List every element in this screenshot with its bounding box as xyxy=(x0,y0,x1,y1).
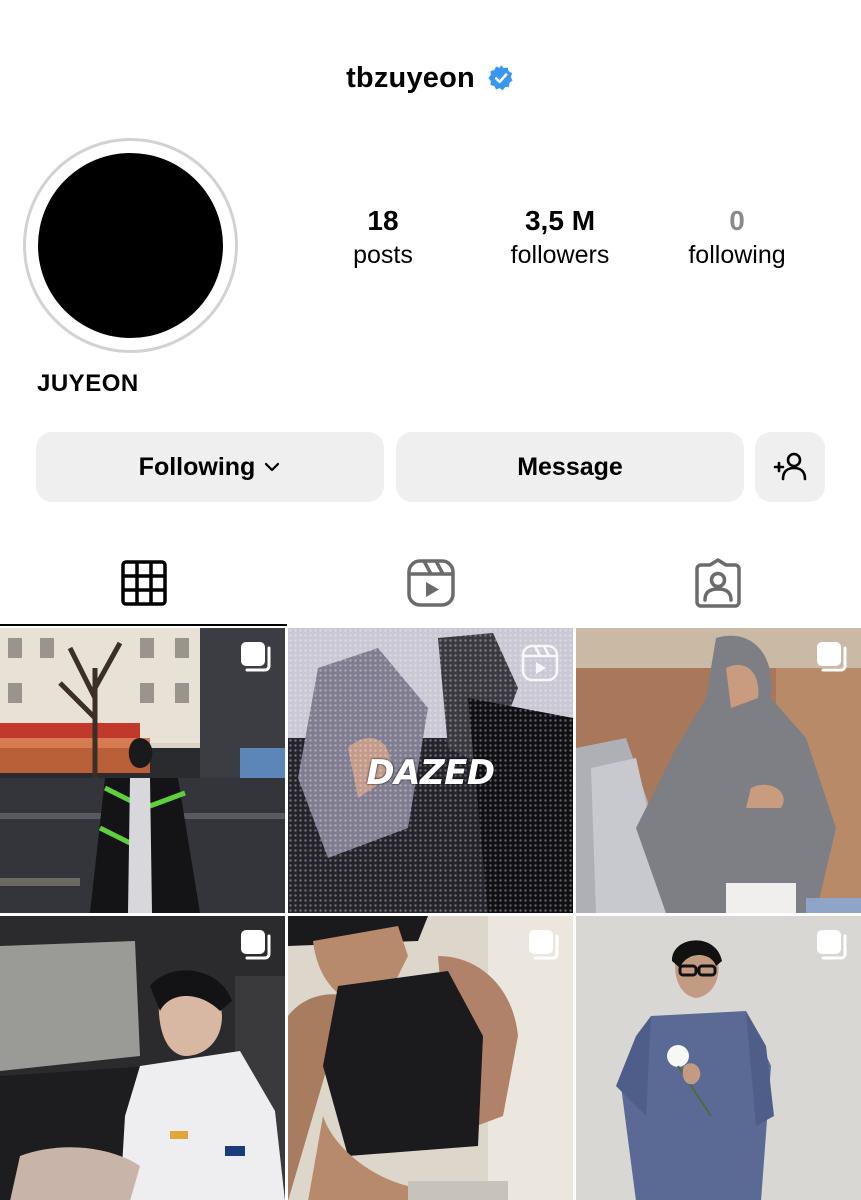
tab-tagged[interactable] xyxy=(574,540,861,626)
multiple-photos-icon xyxy=(241,930,271,960)
message-button[interactable]: Message xyxy=(396,432,744,502)
post-tile[interactable] xyxy=(288,916,573,1200)
display-name: JUYEON xyxy=(37,370,139,397)
suggested-users-button[interactable] xyxy=(755,432,825,502)
following-label: following xyxy=(688,241,786,269)
grid-icon xyxy=(120,560,167,606)
stat-followers[interactable]: 3,5 M followers xyxy=(480,203,640,271)
followers-label: followers xyxy=(510,241,610,269)
profile-tabs xyxy=(0,540,861,626)
post-overlay-text: DAZED xyxy=(366,753,495,793)
profile-header: tbzuyeon xyxy=(0,58,861,98)
tab-posts-grid[interactable] xyxy=(0,540,287,626)
active-tab-indicator xyxy=(0,624,287,626)
chevron-down-icon xyxy=(265,462,280,472)
posts-label: posts xyxy=(353,241,413,269)
multiple-photos-icon xyxy=(241,642,271,672)
post-tile[interactable] xyxy=(0,628,285,913)
tagged-icon xyxy=(694,558,741,608)
multiple-photos-icon xyxy=(529,930,559,960)
post-tile[interactable] xyxy=(0,916,285,1200)
post-tile[interactable] xyxy=(576,916,861,1200)
verified-badge-icon xyxy=(488,65,513,91)
multiple-photos-icon xyxy=(817,930,847,960)
username-title: tbzuyeon xyxy=(346,61,475,94)
posts-count: 18 xyxy=(367,205,399,236)
following-button[interactable]: Following xyxy=(36,432,384,502)
stat-posts[interactable]: 18 posts xyxy=(303,203,463,271)
post-tile[interactable] xyxy=(576,628,861,913)
following-count: 0 xyxy=(729,205,745,236)
post-tile[interactable]: DAZED xyxy=(288,628,573,913)
reel-icon xyxy=(521,644,559,682)
tab-reels[interactable] xyxy=(287,540,574,626)
followers-count: 3,5 M xyxy=(524,205,596,236)
stat-following[interactable]: 0 following xyxy=(657,203,817,271)
reels-icon xyxy=(406,559,455,607)
multiple-photos-icon xyxy=(817,642,847,672)
following-button-label: Following xyxy=(138,452,256,481)
message-button-label: Message xyxy=(517,452,623,481)
avatar[interactable] xyxy=(38,153,223,338)
add-person-icon xyxy=(773,452,807,481)
posts-grid: DAZED xyxy=(0,628,861,1200)
